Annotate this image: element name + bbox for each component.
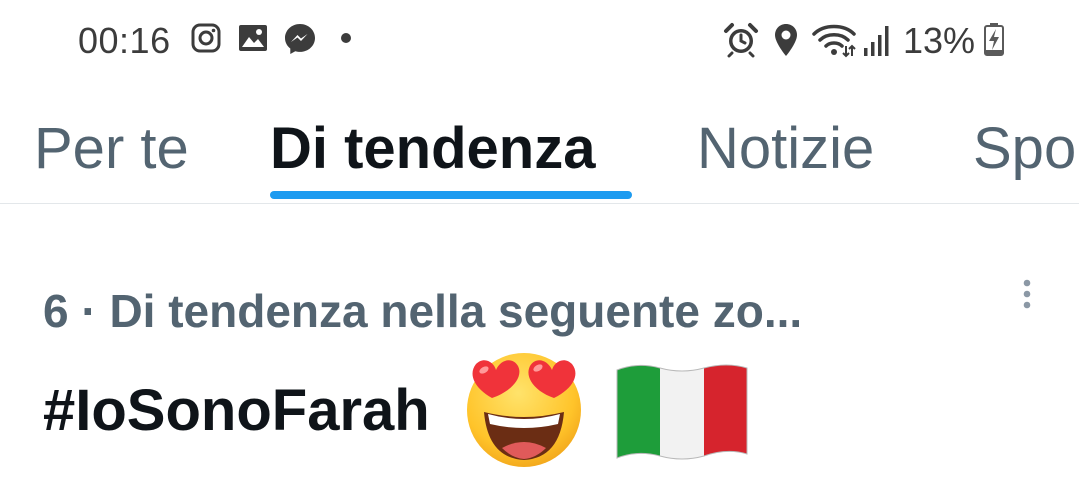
- instagram-icon: [191, 23, 221, 53]
- battery-icon: [984, 23, 1004, 56]
- battery-percent: 13%: [903, 20, 976, 61]
- trend-meta: 6 · Di tendenza nella seguente zo...: [43, 285, 803, 337]
- status-bar: 00:16 13%: [0, 0, 1079, 80]
- trend-title-row: #IoSonoFarah: [43, 350, 752, 470]
- active-tab-indicator: [270, 191, 632, 199]
- tab-notizie[interactable]: Notizie: [697, 115, 874, 182]
- location-icon: [775, 24, 797, 56]
- messenger-icon: [285, 24, 315, 54]
- heart-eyes-emoji: [466, 353, 581, 467]
- tab-sport[interactable]: Sport: [973, 115, 1079, 182]
- wifi-icon: [812, 24, 856, 58]
- tab-per-te[interactable]: Per te: [34, 115, 189, 182]
- clock: 00:16: [78, 20, 171, 61]
- trend-hashtag[interactable]: #IoSonoFarah: [43, 377, 430, 444]
- gallery-icon: [239, 25, 267, 51]
- tab-di-tendenza[interactable]: Di tendenza: [270, 115, 596, 182]
- tab-bar: Per te Di tendenza Notizie Sport: [0, 95, 1079, 204]
- dot-icon: [341, 33, 351, 43]
- signal-icon: [864, 26, 889, 56]
- italy-flag-emoji: [616, 364, 748, 460]
- more-options-icon[interactable]: [1012, 278, 1042, 318]
- alarm-icon: [724, 23, 758, 58]
